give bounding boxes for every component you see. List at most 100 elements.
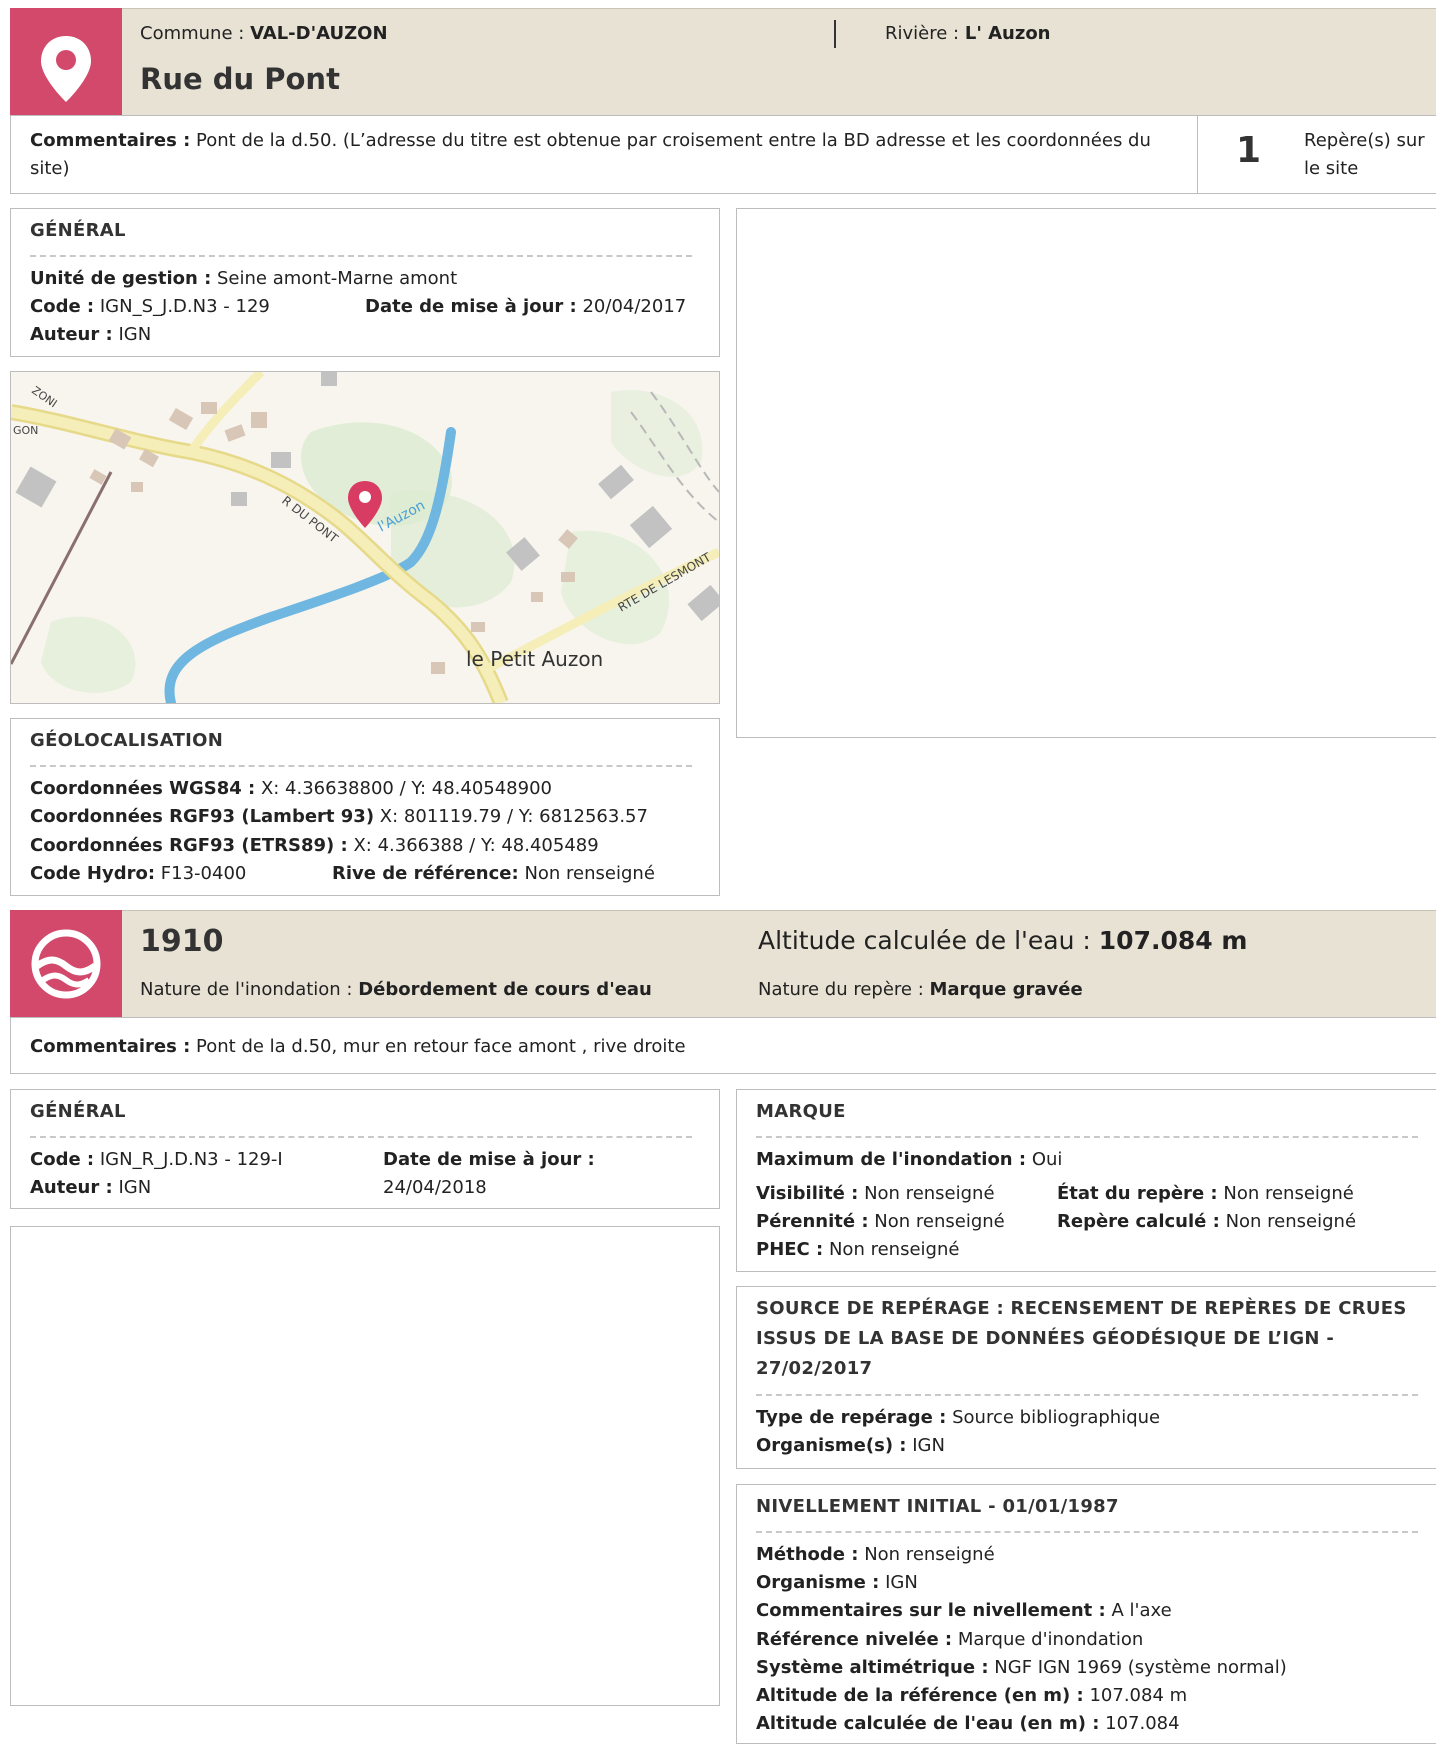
- repere-year: 1910: [140, 924, 224, 959]
- comments-text: Pont de la d.50. (L’adresse du titre est…: [196, 130, 1151, 151]
- alteau-label: Altitude calculée de l'eau (en m) :: [756, 1713, 1100, 1734]
- phec-line: PHEC : Non renseigné: [756, 1238, 959, 1262]
- nature-inond-label: Nature de l'inondation :: [140, 979, 353, 1000]
- nivellement-title: NIVELLEMENT INITIAL - 01/01/1987: [756, 1496, 1119, 1517]
- auteur-label: Auteur :: [30, 324, 113, 345]
- date2-value: 24/04/2018: [383, 1177, 487, 1198]
- reperes-label-1: Repère(s) sur: [1304, 130, 1425, 151]
- comments-label: Commentaires :: [30, 130, 191, 151]
- repere-photo-panel: [10, 1226, 720, 1706]
- general-title: GÉNÉRAL: [30, 220, 126, 241]
- type-value: Source bibliographique: [952, 1407, 1161, 1428]
- methode-label: Méthode :: [756, 1544, 859, 1565]
- nature-inond-value: Débordement de cours d'eau: [358, 979, 652, 1000]
- source-org-line: Organisme(s) : IGN: [756, 1434, 945, 1458]
- max-line: Maximum de l'inondation : Oui: [756, 1148, 1062, 1172]
- code-line: Code : IGN_S_J.D.N3 - 129: [30, 295, 270, 319]
- alteau-line: Altitude calculée de l'eau (en m) : 107.…: [756, 1712, 1180, 1736]
- date-value: 20/04/2017: [582, 296, 687, 317]
- altitude-line: Altitude calculée de l'eau : 107.084 m: [758, 926, 1247, 956]
- max-label: Maximum de l'inondation :: [756, 1149, 1027, 1170]
- general2-divider: [30, 1136, 692, 1138]
- alteau-value: 107.084: [1105, 1713, 1180, 1734]
- phec-label: PHEC :: [756, 1239, 824, 1260]
- max-value: Oui: [1031, 1149, 1063, 1170]
- repere-comments-label: Commentaires :: [30, 1036, 191, 1057]
- lambert-line: Coordonnées RGF93 (Lambert 93) X: 801119…: [30, 805, 648, 829]
- visib-value: Non renseigné: [864, 1183, 995, 1204]
- repere-comments-text: Pont de la d.50, mur en retour face amon…: [196, 1036, 686, 1057]
- sys-label: Système altimétrique :: [756, 1657, 989, 1678]
- marque-title: MARQUE: [756, 1101, 846, 1122]
- date2-label-line: Date de mise à jour :: [383, 1148, 595, 1172]
- site-comments-box: [10, 115, 1198, 194]
- rive-value: Non renseigné: [524, 863, 655, 884]
- etrs-value: X: 4.366388 / Y: 48.405489: [353, 835, 599, 856]
- visib-line: Visibilité : Non renseigné: [756, 1182, 995, 1206]
- unite-label: Unité de gestion :: [30, 268, 212, 289]
- riviere-value: L' Auzon: [964, 23, 1051, 44]
- lambert-label: Coordonnées RGF93 (Lambert 93): [30, 806, 375, 827]
- altref-label: Altitude de la référence (en m) :: [756, 1685, 1084, 1706]
- map-frame[interactable]: l'Auzon R DU PONT RTE DE LESMONT le Peti…: [10, 371, 720, 704]
- commune-value: VAL-D'AUZON: [250, 23, 388, 44]
- rive-line: Rive de référence: Non renseigné: [332, 862, 655, 886]
- location-pin-icon: [41, 36, 91, 102]
- auteur-line: Auteur : IGN: [30, 323, 151, 347]
- map-label-petit-auzon: le Petit Auzon: [466, 647, 603, 671]
- rive-label: Rive de référence:: [332, 863, 519, 884]
- source-title-2: ISSUS DE LA BASE DE DONNÉES GÉODÉSIQUE D…: [756, 1328, 1335, 1349]
- water-wave-icon: [31, 929, 101, 999]
- type-label: Type de repérage :: [756, 1407, 947, 1428]
- altitude-value: 107.084 m: [1098, 926, 1248, 955]
- source-divider: [756, 1394, 1418, 1396]
- niv-comm-value: A l'axe: [1111, 1600, 1172, 1621]
- reperes-label-2: le site: [1304, 158, 1359, 179]
- source-title-1: SOURCE DE REPÉRAGE : RECENSEMENT DE REPÈ…: [756, 1298, 1407, 1319]
- etrs-label: Coordonnées RGF93 (ETRS89) :: [30, 835, 348, 856]
- code2-line: Code : IGN_R_J.D.N3 - 129-I: [30, 1148, 283, 1172]
- lambert-value: X: 801119.79 / Y: 6812563.57: [379, 806, 648, 827]
- hydro-value: F13-0400: [160, 863, 247, 884]
- auteur2-label: Auteur :: [30, 1177, 113, 1198]
- reperes-count: 1: [1236, 130, 1262, 171]
- marque-divider: [756, 1136, 1418, 1138]
- peren-line: Pérennité : Non renseigné: [756, 1210, 1005, 1234]
- niv-org-label: Organisme :: [756, 1572, 880, 1593]
- niv-org-line: Organisme : IGN: [756, 1571, 918, 1595]
- source-title-3: 27/02/2017: [756, 1358, 873, 1379]
- auteur-value: IGN: [118, 324, 152, 345]
- etrs-line: Coordonnées RGF93 (ETRS89) : X: 4.366388…: [30, 834, 599, 858]
- repere-icon-cell: [10, 910, 122, 1018]
- methode-line: Méthode : Non renseigné: [756, 1543, 995, 1567]
- niv-comm-line: Commentaires sur le nivellement : A l'ax…: [756, 1599, 1172, 1623]
- date-label: Date de mise à jour :: [365, 296, 577, 317]
- code2-label: Code :: [30, 1149, 95, 1170]
- header-divider: [834, 20, 836, 48]
- methode-value: Non renseigné: [864, 1544, 995, 1565]
- code2-value: IGN_R_J.D.N3 - 129-I: [99, 1149, 283, 1170]
- peren-value: Non renseigné: [874, 1211, 1005, 1232]
- source-org-label: Organisme(s) :: [756, 1435, 907, 1456]
- date2-label: Date de mise à jour :: [383, 1149, 595, 1170]
- nature-repere-value: Marque gravée: [929, 979, 1083, 1000]
- commune-label: Commune :: [140, 23, 245, 44]
- calc-value: Non renseigné: [1225, 1211, 1357, 1232]
- unite-line: Unité de gestion : Seine amont-Marne amo…: [30, 267, 457, 291]
- general-divider: [30, 255, 692, 257]
- site-comments-line2: site): [30, 158, 70, 179]
- visib-label: Visibilité :: [756, 1183, 859, 1204]
- repere-comments-line: Commentaires : Pont de la d.50, mur en r…: [30, 1035, 686, 1059]
- auteur2-value: IGN: [118, 1177, 152, 1198]
- date-line: Date de mise à jour : 20/04/2017: [365, 295, 686, 319]
- code-value: IGN_S_J.D.N3 - 129: [99, 296, 270, 317]
- code-label: Code :: [30, 296, 95, 317]
- riviere-label: Rivière :: [885, 23, 960, 44]
- source-org-value: IGN: [912, 1435, 945, 1456]
- auteur2-line: Auteur : IGN: [30, 1176, 151, 1200]
- hydro-line: Code Hydro: F13-0400: [30, 862, 246, 886]
- hydro-label: Code Hydro:: [30, 863, 156, 884]
- map-canvas[interactable]: l'Auzon R DU PONT RTE DE LESMONT le Peti…: [11, 372, 719, 703]
- wgs-value: X: 4.36638800 / Y: 48.40548900: [260, 778, 552, 799]
- ref-label: Référence nivelée :: [756, 1629, 953, 1650]
